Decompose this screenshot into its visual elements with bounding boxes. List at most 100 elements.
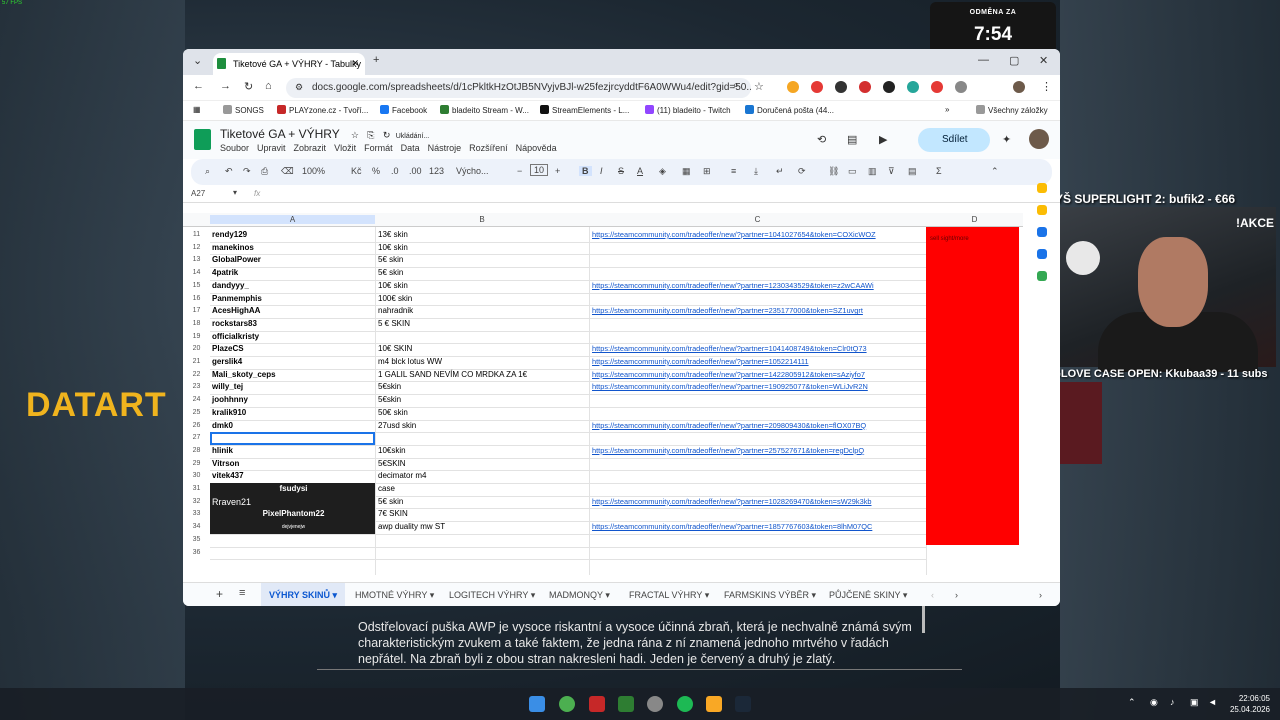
row-number[interactable]: 29	[183, 460, 210, 467]
cell-c-link[interactable]: https://steamcommunity.com/tradeoffer/ne…	[592, 496, 926, 509]
cell-b[interactable]: 10€ skin	[376, 242, 589, 255]
chrome-icon[interactable]	[559, 696, 575, 712]
new-tab-icon[interactable]: +	[373, 54, 379, 66]
row-number[interactable]: 16	[183, 295, 210, 302]
cell-c-link[interactable]: https://steamcommunity.com/tradeoffer/ne…	[592, 445, 926, 458]
extensions-puzzle-icon[interactable]	[955, 81, 967, 93]
zoom-icon[interactable]: ⌕	[733, 80, 739, 91]
cell-a[interactable]: AcesHighAA	[210, 305, 375, 318]
cell-b[interactable]: 5€skin	[376, 381, 589, 394]
row-number[interactable]: 15	[183, 282, 210, 289]
cell-a[interactable]	[210, 547, 375, 560]
gemini-icon[interactable]: ✦	[1002, 133, 1011, 146]
cell-a[interactable]: PixelPhantom22	[210, 508, 375, 522]
increase-decimal-button[interactable]: .00	[409, 166, 422, 176]
collapse-toolbar-icon[interactable]: ⌃	[991, 166, 999, 177]
cell-b[interactable]: 10€skin	[376, 445, 589, 458]
cell-a[interactable]: vitek437	[210, 470, 375, 483]
bookmarks-overflow-icon[interactable]: »	[945, 105, 949, 114]
column-header-d[interactable]: D	[926, 215, 1023, 224]
contacts-icon[interactable]	[1037, 249, 1047, 259]
minimize-icon[interactable]: —	[978, 54, 989, 66]
cell-a[interactable]: Vitrson	[210, 458, 375, 471]
cell-b[interactable]: 100€ skin	[376, 293, 589, 306]
cell-c-link[interactable]: https://steamcommunity.com/tradeoffer/ne…	[592, 369, 926, 382]
cell-c-link[interactable]: https://steamcommunity.com/tradeoffer/ne…	[592, 280, 926, 293]
row-number[interactable]: 36	[183, 549, 210, 556]
add-sheet-icon[interactable]: +	[216, 587, 223, 601]
cell-a[interactable]: 4patrik	[210, 267, 375, 280]
undo-icon[interactable]: ↶	[225, 166, 233, 177]
row-number[interactable]: 24	[183, 396, 210, 403]
percent-button[interactable]: %	[372, 166, 380, 176]
bookmark-facebook[interactable]: Facebook	[380, 105, 427, 115]
tab-hmotne-vyhry[interactable]: HMOTNÉ VÝHRY ▾	[355, 590, 434, 601]
bookmark-streamelements[interactable]: StreamElements - L...	[540, 105, 629, 115]
decrease-font-icon[interactable]: −	[517, 166, 522, 176]
search-menus-icon[interactable]: ⌕	[205, 166, 210, 177]
cell-b[interactable]: 10€ SKIN	[376, 343, 589, 356]
row-number[interactable]: 12	[183, 244, 210, 251]
extension-icon[interactable]	[859, 81, 871, 93]
row-number[interactable]: 17	[183, 307, 210, 314]
tab-farmskins-vyber[interactable]: FARMSKINS VÝBĚR ▾	[724, 590, 816, 601]
decrease-decimal-button[interactable]: .0	[391, 166, 399, 176]
cell-b[interactable]: 5€SKIN	[376, 458, 589, 471]
bookmark-star-icon[interactable]: ☆	[754, 80, 764, 93]
cell-a[interactable]: Rraven21	[210, 495, 375, 509]
cell-a[interactable]: Panmemphis	[210, 293, 375, 306]
row-number[interactable]: 18	[183, 320, 210, 327]
menu-data[interactable]: Data	[401, 143, 420, 153]
selected-cell[interactable]	[210, 432, 375, 445]
menu-help[interactable]: Nápověda	[516, 143, 557, 153]
extension-icon[interactable]	[931, 81, 943, 93]
name-box[interactable]: A27	[191, 189, 205, 198]
italic-icon[interactable]: I	[600, 166, 603, 176]
cell-b[interactable]: 5 € SKIN	[376, 318, 589, 331]
side-panel-expand-icon[interactable]: ›	[1039, 590, 1042, 600]
tasks-icon[interactable]	[1037, 227, 1047, 237]
menu-dots-icon[interactable]: ⋮	[1041, 80, 1052, 93]
cell-b[interactable]: 7€ SKIN	[376, 508, 589, 521]
site-info-icon[interactable]: ⚙	[295, 82, 303, 93]
tray-chevron-icon[interactable]: ⌃	[1128, 697, 1136, 708]
tab-search-icon[interactable]: ⌄	[193, 54, 202, 67]
red-highlight-cell[interactable]: sell sight/more	[926, 227, 1019, 545]
app-icon[interactable]	[589, 696, 605, 712]
cell-b[interactable]: 5€ skin	[376, 496, 589, 509]
bookmark-twitch[interactable]: (11) bladeito - Twitch	[645, 105, 731, 115]
cell-c-link[interactable]: https://steamcommunity.com/tradeoffer/ne…	[592, 420, 926, 433]
calendar-icon[interactable]	[1037, 183, 1047, 193]
cell-a[interactable]: kralik910	[210, 407, 375, 420]
row-number[interactable]: 26	[183, 422, 210, 429]
scroll-tabs-right-icon[interactable]: ›	[955, 590, 958, 600]
extension-icon[interactable]	[907, 81, 919, 93]
app-icon[interactable]	[647, 696, 663, 712]
functions-icon[interactable]: Σ	[936, 166, 942, 176]
cell-b[interactable]: 13€ skin	[376, 229, 589, 242]
spreadsheet-grid[interactable]: A B C D 11 rendy129 13€ skin https://steamc…	[183, 213, 1023, 575]
redo-icon[interactable]: ↷	[243, 166, 251, 177]
extension-icon[interactable]	[811, 81, 823, 93]
row-number[interactable]: 11	[183, 231, 210, 238]
bookmark-playzone[interactable]: PLAYzone.cz - Tvoří...	[277, 105, 368, 115]
menu-extensions[interactable]: Rozšíření	[469, 143, 508, 153]
app-icon[interactable]	[706, 696, 722, 712]
meet-icon[interactable]: ▶	[879, 133, 887, 146]
cell-a[interactable]: willy_tej	[210, 381, 375, 394]
cell-c-link[interactable]: https://steamcommunity.com/tradeoffer/ne…	[592, 305, 926, 318]
row-number[interactable]: 23	[183, 383, 210, 390]
close-tab-icon[interactable]: ✕	[351, 58, 359, 69]
row-number[interactable]: 21	[183, 358, 210, 365]
filter-icon[interactable]: ⊽	[888, 166, 895, 177]
paint-format-icon[interactable]: ⌫	[281, 166, 294, 177]
cell-b[interactable]: case	[376, 483, 589, 496]
align-icon[interactable]: ≡	[731, 166, 736, 176]
scroll-tabs-left-icon[interactable]: ‹	[931, 590, 934, 600]
row-number[interactable]: 14	[183, 269, 210, 276]
print-icon[interactable]: ⎙	[261, 166, 268, 177]
user-avatar[interactable]	[1029, 129, 1049, 149]
cell-b[interactable]: 5€ skin	[376, 254, 589, 267]
cell-a[interactable]: dmk0	[210, 420, 375, 433]
bookmark-songs[interactable]: SONGS	[223, 105, 264, 115]
